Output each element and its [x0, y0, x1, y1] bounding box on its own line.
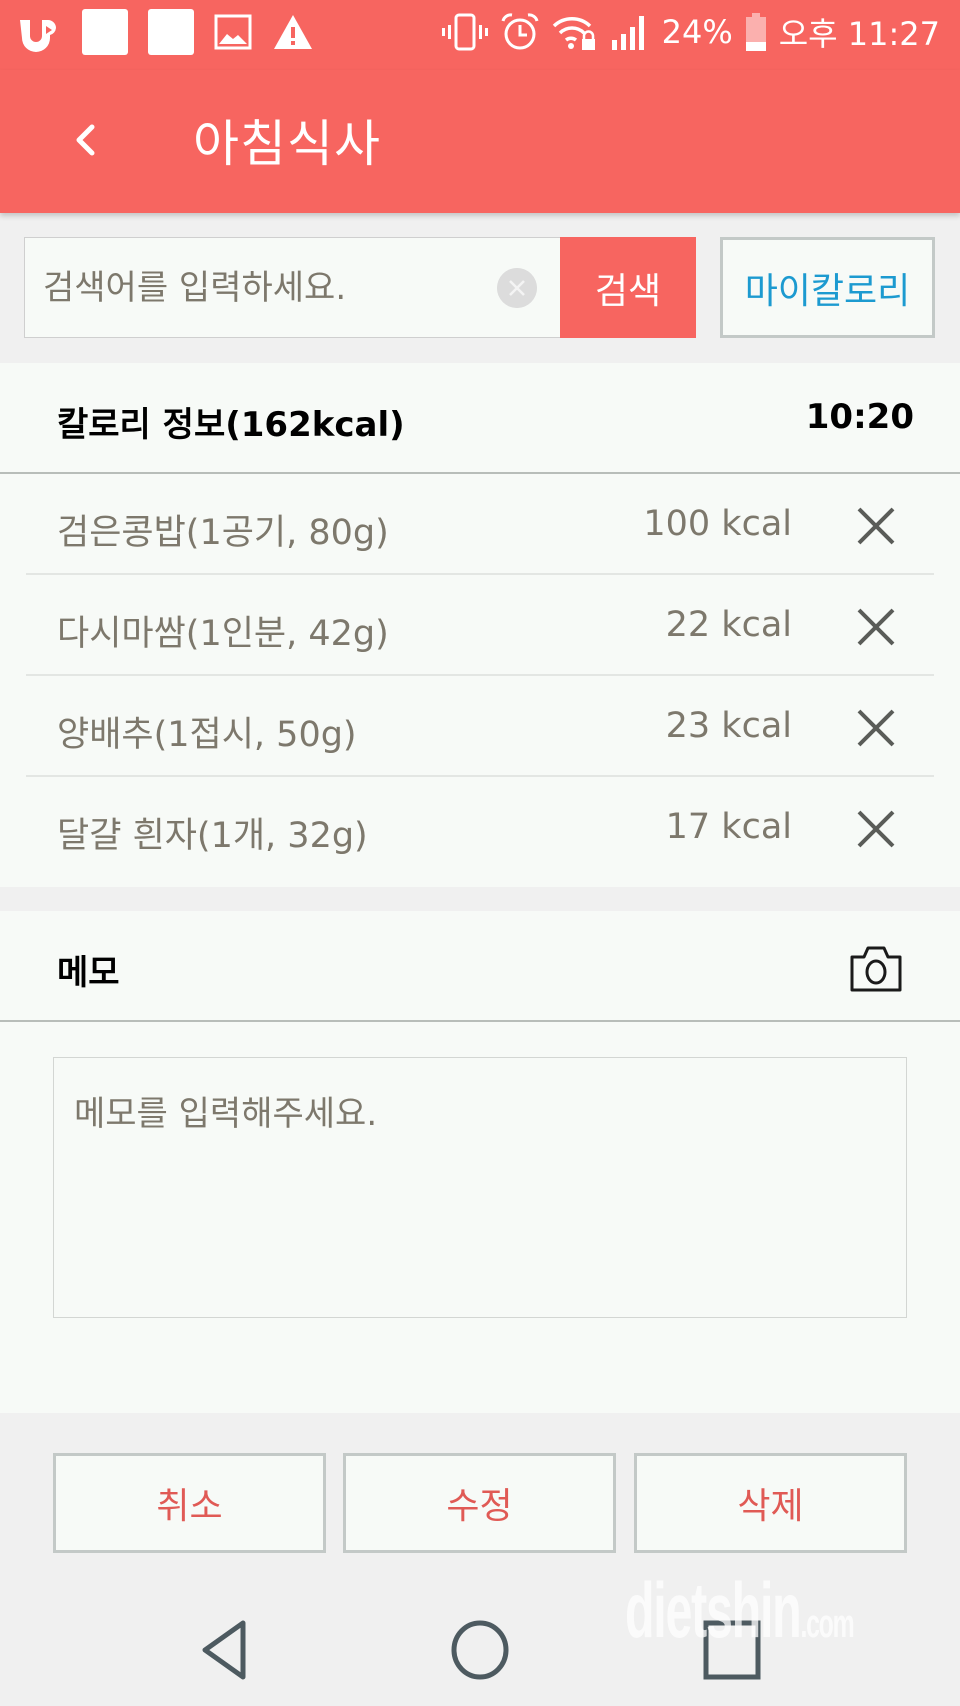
memo-header: 메모	[0, 911, 960, 1022]
food-item-row[interactable]: 검은콩밥(1공기, 80g) 100 kcal	[26, 474, 934, 575]
food-kcal: 23 kcal	[665, 706, 792, 746]
memo-input[interactable]	[54, 1058, 906, 1317]
calorie-info-header: 칼로리 정보(162kcal) 10:20	[0, 363, 960, 474]
delete-item-icon[interactable]	[856, 708, 896, 748]
notification-square-icon	[148, 9, 194, 55]
food-kcal: 22 kcal	[665, 605, 792, 645]
search-button[interactable]: 검색	[560, 237, 696, 338]
food-item-row[interactable]: 달걀 흰자(1개, 32g) 17 kcal	[26, 777, 934, 878]
watermark-text: dietshin	[625, 1566, 802, 1654]
battery-percent: 24%	[661, 13, 733, 51]
watermark-logo: dietshin.com	[625, 1565, 855, 1656]
food-name: 양배추(1접시, 50g)	[57, 715, 357, 755]
wifi-lock-icon	[552, 17, 595, 50]
food-name: 검은콩밥(1공기, 80g)	[57, 513, 389, 553]
search-field	[24, 237, 560, 338]
status-left-icons	[16, 9, 314, 55]
status-time: 오후 11:27	[778, 15, 940, 53]
notification-square-icon	[82, 9, 128, 55]
vibrate-icon	[441, 13, 488, 51]
cancel-button[interactable]: 취소	[53, 1453, 326, 1553]
camera-icon[interactable]	[848, 943, 904, 993]
memo-title: 메모	[57, 953, 120, 993]
status-right-icons: 24% 오후 11:27	[441, 10, 940, 54]
memo-section: 메모	[0, 911, 960, 1413]
food-item-row[interactable]: 다시마쌈(1인분, 42g) 22 kcal	[26, 575, 934, 676]
signal-icon	[611, 16, 644, 50]
nav-back-icon[interactable]	[193, 1615, 263, 1685]
food-name: 다시마쌈(1인분, 42g)	[57, 614, 389, 654]
delete-item-icon[interactable]	[856, 809, 896, 849]
calorie-info-section: 칼로리 정보(162kcal) 10:20 검은콩밥(1공기, 80g) 100…	[0, 363, 960, 887]
edit-button[interactable]: 수정	[343, 1453, 616, 1553]
section-divider	[0, 887, 960, 911]
delete-item-icon[interactable]	[856, 506, 896, 546]
clear-icon[interactable]	[497, 268, 537, 308]
food-kcal: 100 kcal	[643, 504, 792, 544]
watermark-suffix: .com	[800, 1602, 854, 1646]
alarm-icon	[501, 13, 539, 50]
image-icon	[214, 14, 252, 50]
memo-field	[53, 1057, 907, 1318]
food-item-row[interactable]: 양배추(1접시, 50g) 23 kcal	[26, 676, 934, 777]
delete-item-icon[interactable]	[856, 607, 896, 647]
my-calorie-button[interactable]: 마이칼로리	[720, 237, 935, 338]
nav-home-icon[interactable]	[445, 1615, 515, 1685]
search-input[interactable]	[43, 238, 483, 337]
meal-time[interactable]: 10:20	[806, 397, 914, 437]
app-header: 아침식사	[0, 70, 960, 213]
delete-button[interactable]: 삭제	[634, 1453, 907, 1553]
calorie-info-title: 칼로리 정보(162kcal)	[57, 405, 405, 445]
battery-icon	[745, 13, 766, 51]
search-bar: 검색 마이칼로리	[0, 213, 960, 363]
warning-icon	[274, 15, 312, 49]
chevron-left-icon[interactable]	[55, 110, 115, 170]
food-name: 달걀 흰자(1개, 32g)	[57, 816, 368, 856]
page-title: 아침식사	[193, 115, 381, 173]
uplus-icon	[20, 20, 56, 52]
food-kcal: 17 kcal	[665, 807, 792, 847]
status-bar: 24% 오후 11:27	[0, 0, 960, 70]
